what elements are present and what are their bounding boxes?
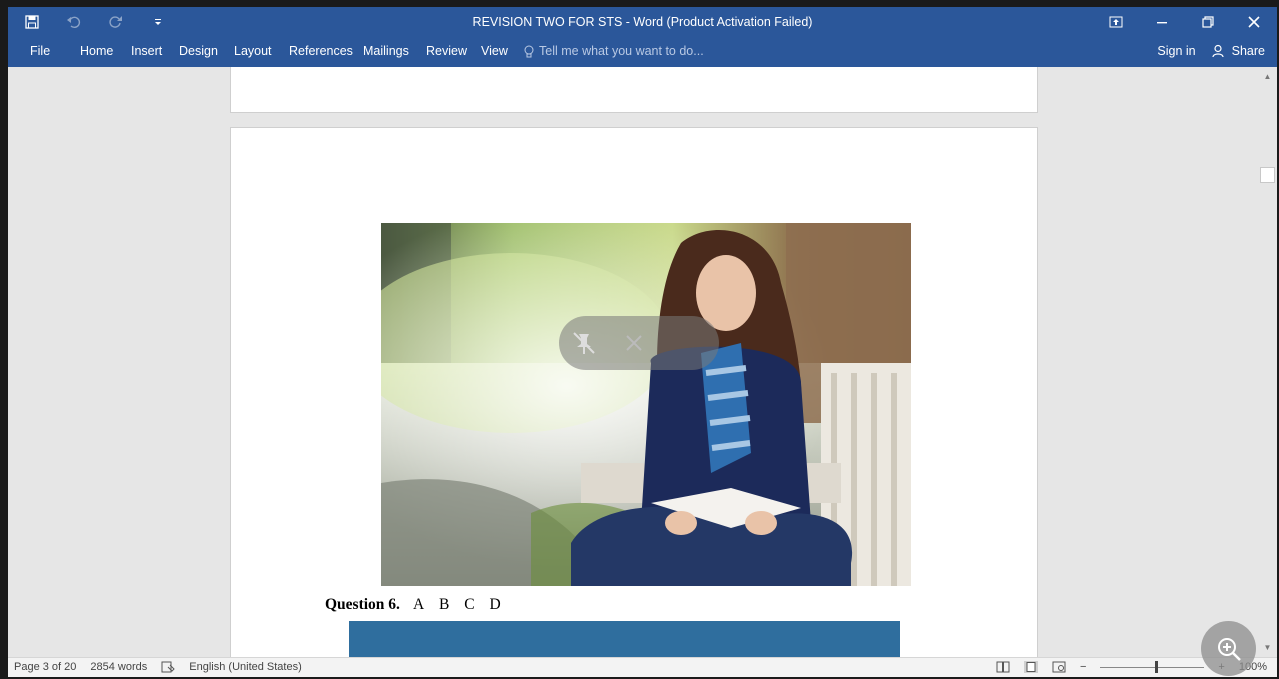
tab-mailings[interactable]: Mailings — [363, 44, 409, 58]
word-window: REVISION TWO FOR STS - Word (Product Act… — [8, 7, 1277, 677]
tab-design[interactable]: Design — [179, 44, 218, 58]
language[interactable]: English (United States) — [189, 661, 302, 673]
zoom-slider[interactable] — [1100, 660, 1205, 674]
document-photo[interactable] — [381, 223, 911, 586]
zoom-out-icon[interactable]: − — [1080, 661, 1086, 673]
zoom-slider-knob[interactable] — [1155, 661, 1159, 673]
page-count[interactable]: Page 3 of 20 — [14, 661, 76, 673]
read-mode-icon[interactable] — [996, 661, 1010, 673]
question-label: Question 6. — [325, 596, 400, 613]
share-label: Share — [1231, 44, 1265, 58]
tab-review[interactable]: Review — [426, 44, 467, 58]
proofing-icon[interactable] — [161, 661, 175, 673]
ribbon-tabs: File Home Insert Design Layout Reference… — [8, 37, 1277, 67]
ribbon-display-options-icon[interactable] — [1093, 7, 1139, 37]
option-d: D — [489, 596, 501, 613]
window-controls — [1093, 7, 1277, 37]
person-icon — [1212, 44, 1224, 58]
window-title: REVISION TWO FOR STS - Word (Product Act… — [472, 15, 813, 29]
sign-in-link[interactable]: Sign in — [1157, 44, 1195, 58]
magnifier-button[interactable] — [1201, 621, 1256, 676]
share-button[interactable]: Share — [1212, 44, 1265, 58]
tab-references[interactable]: References — [289, 44, 353, 58]
tab-file[interactable]: File — [30, 44, 50, 58]
option-b: B — [439, 596, 450, 613]
scroll-down-icon[interactable]: ▼ — [1262, 642, 1273, 653]
current-page[interactable]: Question 6. A B C D — [230, 127, 1038, 657]
option-a: A — [412, 596, 425, 613]
unpin-icon[interactable] — [571, 330, 597, 356]
vertical-scrollbar[interactable]: ▲ ▼ — [1258, 67, 1277, 657]
word-count[interactable]: 2854 words — [90, 661, 147, 673]
minimize-icon[interactable] — [1139, 7, 1185, 37]
scroll-thumb[interactable] — [1260, 167, 1275, 183]
web-layout-icon[interactable] — [1052, 661, 1066, 673]
close-overlay-icon[interactable] — [623, 332, 645, 354]
tab-insert[interactable]: Insert — [131, 44, 162, 58]
option-c: C — [464, 596, 475, 613]
next-image[interactable] — [349, 621, 900, 657]
restore-icon[interactable] — [1185, 7, 1231, 37]
tab-view[interactable]: View — [481, 44, 508, 58]
account-area: Sign in Share — [1157, 44, 1265, 58]
magnify-plus-icon — [1217, 637, 1241, 661]
previous-page[interactable] — [230, 67, 1038, 113]
tab-layout[interactable]: Layout — [234, 44, 272, 58]
tell-me-search[interactable]: Tell me what you want to do... — [524, 44, 704, 58]
status-bar: Page 3 of 20 2854 words English (United … — [8, 657, 1277, 677]
tab-home[interactable]: Home — [80, 44, 113, 58]
print-layout-icon[interactable] — [1023, 661, 1038, 673]
lightbulb-icon — [524, 45, 534, 57]
tell-me-placeholder: Tell me what you want to do... — [539, 44, 704, 58]
scroll-up-icon[interactable]: ▲ — [1262, 71, 1273, 82]
close-icon[interactable] — [1231, 7, 1277, 37]
question-line: Question 6. A B C D — [325, 596, 512, 614]
floating-overlay-controls[interactable] — [559, 316, 719, 370]
title-bar: REVISION TWO FOR STS - Word (Product Act… — [8, 7, 1277, 37]
